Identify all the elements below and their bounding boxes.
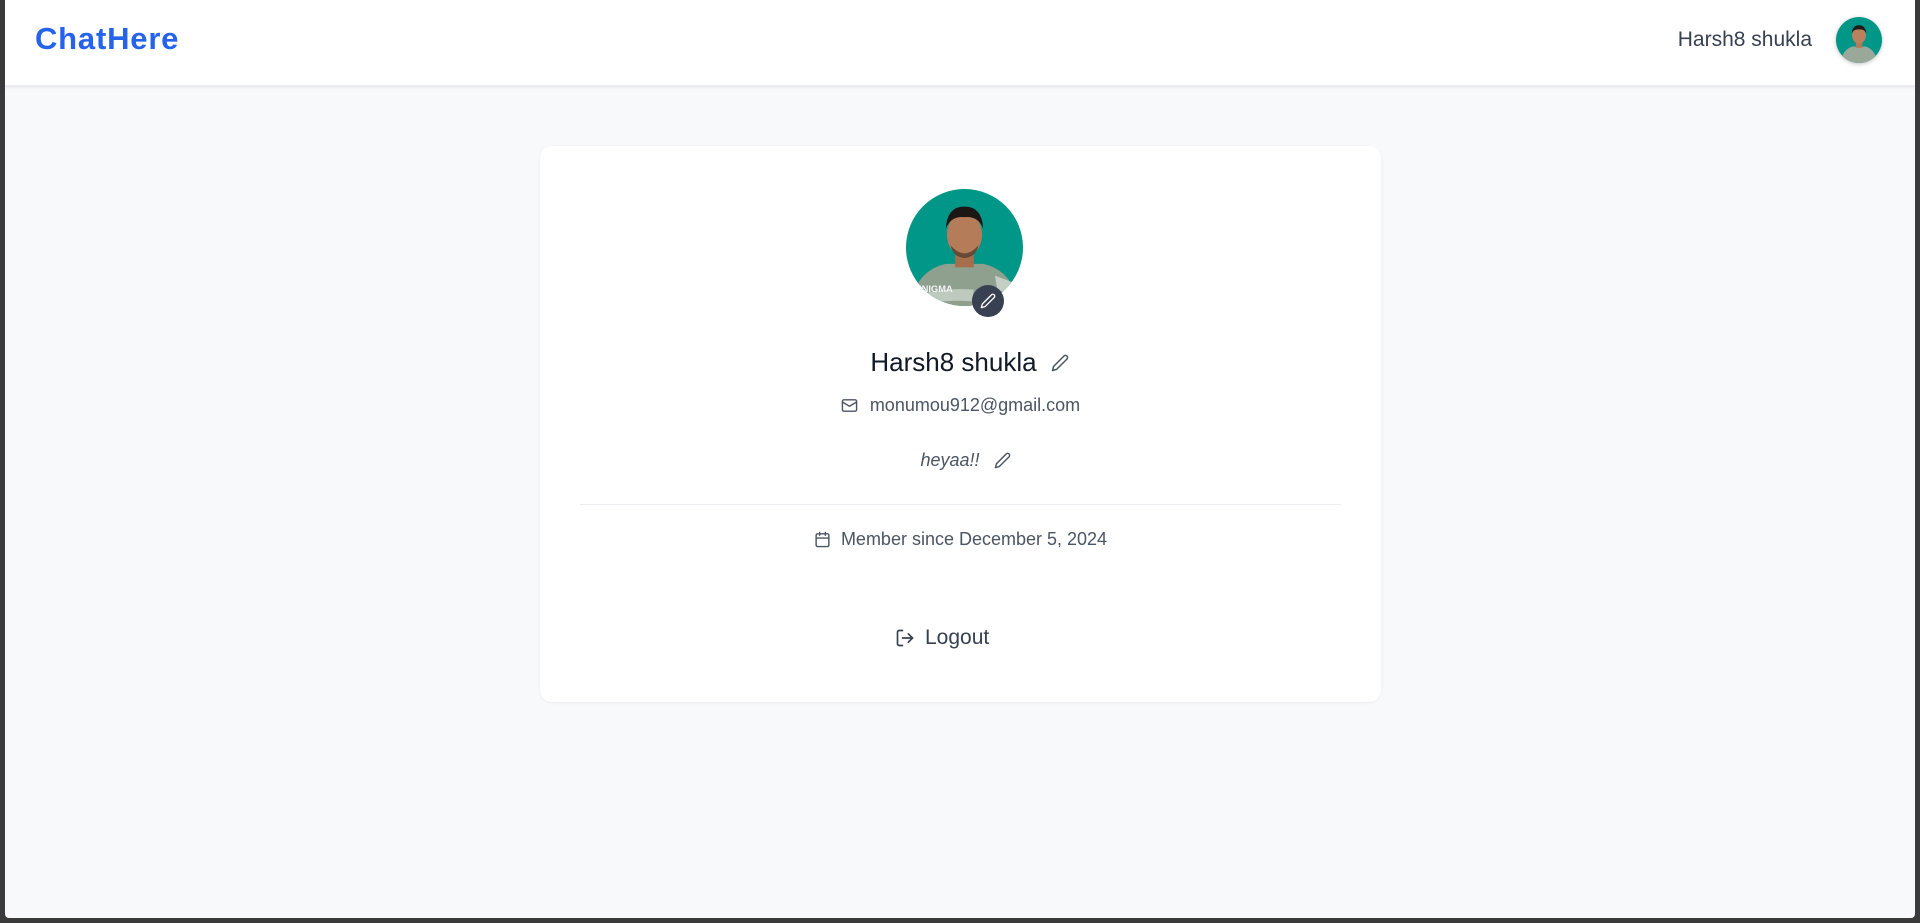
profile-card: ENIGMA Harsh8 shukla monumou912@gmail.co… <box>540 146 1381 702</box>
profile-bio: heyaa!! <box>920 450 980 470</box>
profile-name: Harsh8 shukla <box>870 347 1037 377</box>
navbar-user-name: Harsh8 shukla <box>1677 28 1812 51</box>
pencil-icon <box>994 452 1010 469</box>
logout-button[interactable]: Logout <box>895 621 989 655</box>
profile-email-row: monumou912@gmail.com <box>540 395 1381 416</box>
profile-bio-row: heyaa!! <box>540 450 1381 471</box>
member-since-row: Member since December 5, 2024 <box>540 529 1381 550</box>
mail-icon <box>841 399 858 412</box>
brand-logo[interactable]: ChatHere <box>35 21 179 57</box>
pencil-icon <box>980 293 996 309</box>
log-out-icon <box>896 629 914 647</box>
profile-avatar-wrapper: ENIGMA <box>906 189 1024 317</box>
shirt-print-text: ENIGMA <box>915 284 953 294</box>
logout-label: Logout <box>925 626 990 649</box>
top-navbar: ChatHere Harsh8 shukla <box>5 0 1915 86</box>
profile-email: monumou912@gmail.com <box>869 395 1081 415</box>
pencil-icon <box>1051 354 1068 371</box>
card-divider <box>580 504 1341 505</box>
user-avatar-photo-icon <box>1836 17 1882 63</box>
edit-bio-button[interactable] <box>994 452 1011 469</box>
navbar-avatar[interactable] <box>1836 17 1882 63</box>
profile-avatar: ENIGMA <box>906 189 1023 306</box>
app-window: ChatHere Harsh8 shukla ENIGMA Harsh8 shu… <box>5 0 1915 918</box>
calendar-icon <box>815 531 830 548</box>
edit-name-button[interactable] <box>1051 354 1069 372</box>
user-avatar-photo-icon: ENIGMA <box>906 189 1023 306</box>
edit-avatar-button[interactable] <box>972 285 1004 317</box>
member-since-text: Member since December 5, 2024 <box>840 529 1108 549</box>
profile-name-row: Harsh8 shukla <box>540 347 1381 378</box>
